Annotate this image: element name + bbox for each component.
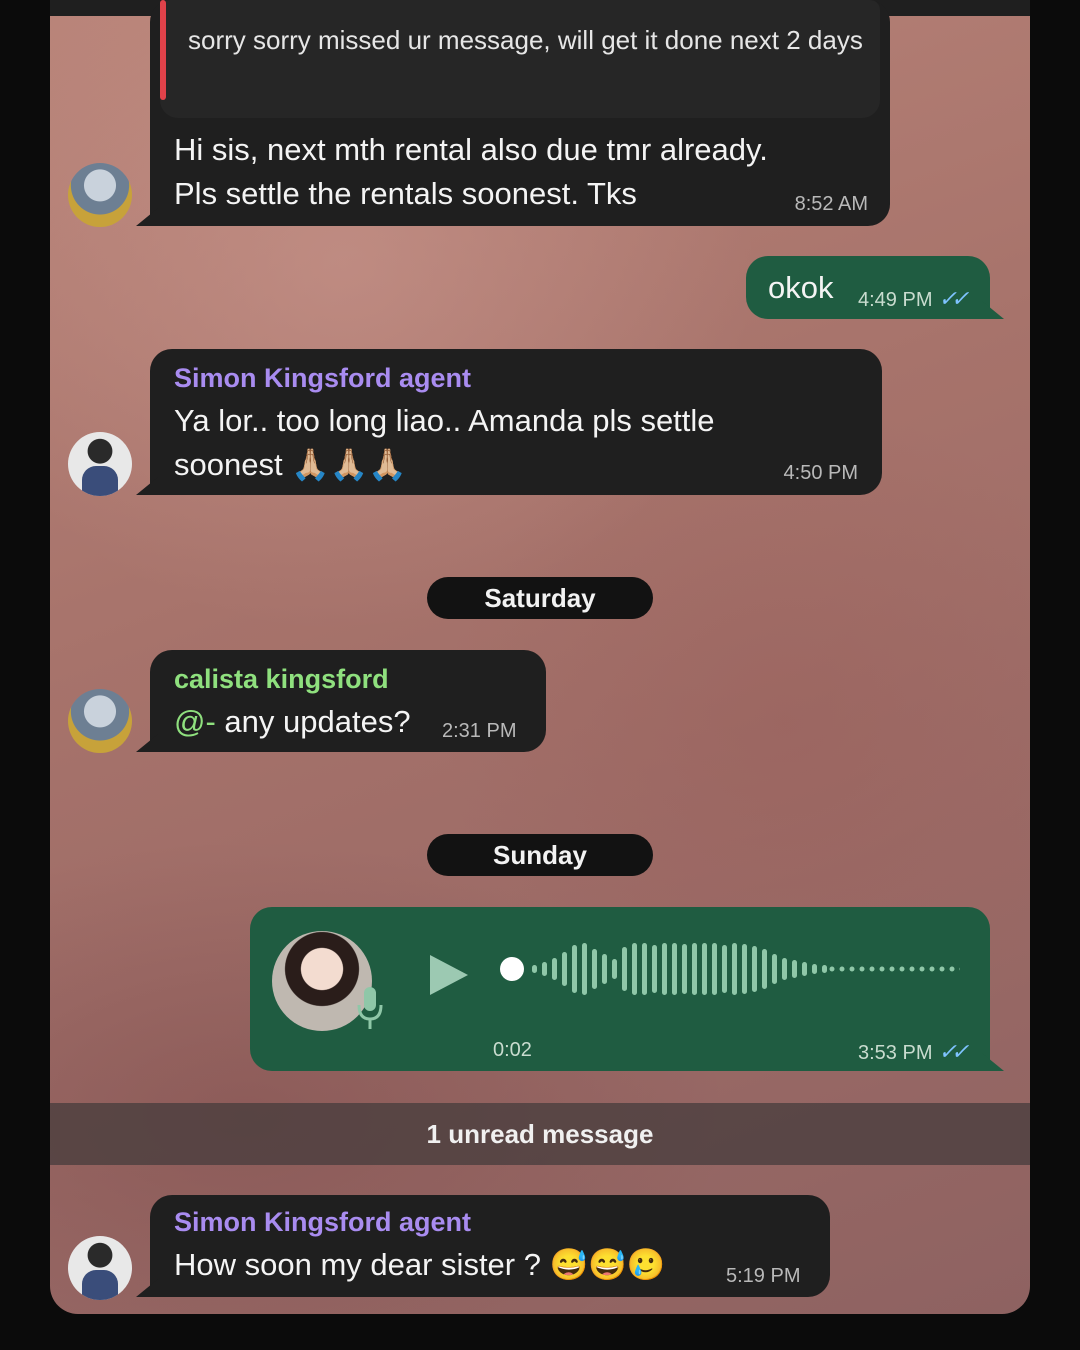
waveform-dot [859,966,865,972]
avatar[interactable] [68,432,132,496]
waveform-dot [839,966,845,972]
message-text: How soon my dear sister ? 😅😅🥲 [174,1247,666,1282]
read-ticks-icon: ✓✓ [938,286,969,311]
message-time: 5:19 PM [726,1265,801,1287]
date-separator: Sunday [427,834,653,876]
waveform-bar [562,952,567,986]
message-bubble[interactable]: calista kingsford @- any updates? 2:31 P… [150,650,546,752]
waveform-bar [792,960,797,978]
waveform-dot [939,966,945,972]
waveform-dot [909,966,915,972]
waveform-bar [732,943,737,995]
waveform-bar [572,945,577,993]
reply-bar [160,0,166,100]
waveform-dot [919,966,925,972]
message-bubble[interactable]: sorry sorry missed ur message, will get … [150,0,890,226]
playback-knob[interactable] [500,957,524,981]
waveform-bar [602,954,607,984]
message-time: 4:49 PM ✓✓ [858,286,969,312]
message-time-label: 4:49 PM [858,289,933,311]
waveform-dot [899,966,905,972]
message-time: 3:53 PM ✓✓ [858,1039,969,1065]
date-separator: Saturday [427,577,653,619]
waveform-dot [929,966,935,972]
waveform-bar [822,965,827,973]
message-text-body: any updates? [215,704,411,739]
avatar[interactable] [68,689,132,753]
voice-duration: 0:02 [493,1039,532,1061]
waveform-dot [959,967,960,971]
waveform-dot [869,966,875,972]
message-text: Hi sis, next mth rental also due tmr alr… [174,132,768,211]
waveform-bar [772,954,777,984]
sender-name[interactable]: calista kingsford [174,664,389,695]
avatar[interactable] [68,1236,132,1300]
waveform-bar [582,943,587,995]
waveform-bar [692,943,697,995]
waveform-bar [612,959,617,979]
waveform-bar [632,943,637,995]
message-text: okok [768,270,834,305]
waveform-bar [622,947,627,991]
mention[interactable]: @- [174,704,216,739]
waveform-bar [642,943,647,995]
read-ticks-icon: ✓✓ [938,1039,969,1064]
sender-name[interactable]: Simon Kingsford agent [174,1207,471,1238]
message-time-label: 3:53 PM [858,1042,933,1064]
reply-preview[interactable]: sorry sorry missed ur message, will get … [160,0,880,118]
waveform-dot [849,966,855,972]
waveform-bar [652,945,657,993]
message-bubble[interactable]: okok 4:49 PM ✓✓ [746,256,990,319]
unread-banner: 1 unread message [50,1103,1030,1165]
message-bubble[interactable]: Simon Kingsford agent How soon my dear s… [150,1195,830,1297]
waveform-bar [752,946,757,992]
message-text: Ya lor.. too long liao.. Amanda pls sett… [174,403,715,482]
waveform-bar [712,943,717,995]
waveform-dot [949,966,955,972]
waveform-bar [762,949,767,989]
waveform-bar [722,945,727,993]
waveform-bar [782,958,787,980]
waveform-bar [742,944,747,994]
waveform-bar [802,962,807,976]
waveform-bar [702,943,707,995]
sender-name[interactable]: Simon Kingsford agent [174,363,471,394]
waveform-bar [812,964,817,974]
reply-text: sorry sorry missed ur message, will get … [188,25,863,55]
microphone-icon [357,987,383,1029]
message-time: 2:31 PM [442,720,517,742]
chat-panel: sorry sorry missed ur message, will get … [50,0,1030,1314]
waveform-dot [879,966,885,972]
waveform-bar [682,944,687,994]
waveform-bar [672,943,677,995]
waveform-bar [662,943,667,995]
waveform-bar [552,958,557,980]
message-time: 8:52 AM [794,193,868,215]
voice-waveform[interactable] [500,941,960,997]
message-time: 4:50 PM [783,462,858,484]
waveform-dot [889,966,895,972]
message-bubble[interactable]: Simon Kingsford agent Ya lor.. too long … [150,349,882,495]
waveform-bar [532,965,537,973]
waveform-dot [829,966,835,972]
play-icon[interactable] [430,953,470,997]
waveform-bar [542,962,547,976]
message-text: @- any updates? [174,700,411,744]
avatar[interactable] [68,163,132,227]
waveform-bar [592,949,597,989]
voice-message-bubble[interactable]: 0:02 3:53 PM ✓✓ [250,907,990,1071]
